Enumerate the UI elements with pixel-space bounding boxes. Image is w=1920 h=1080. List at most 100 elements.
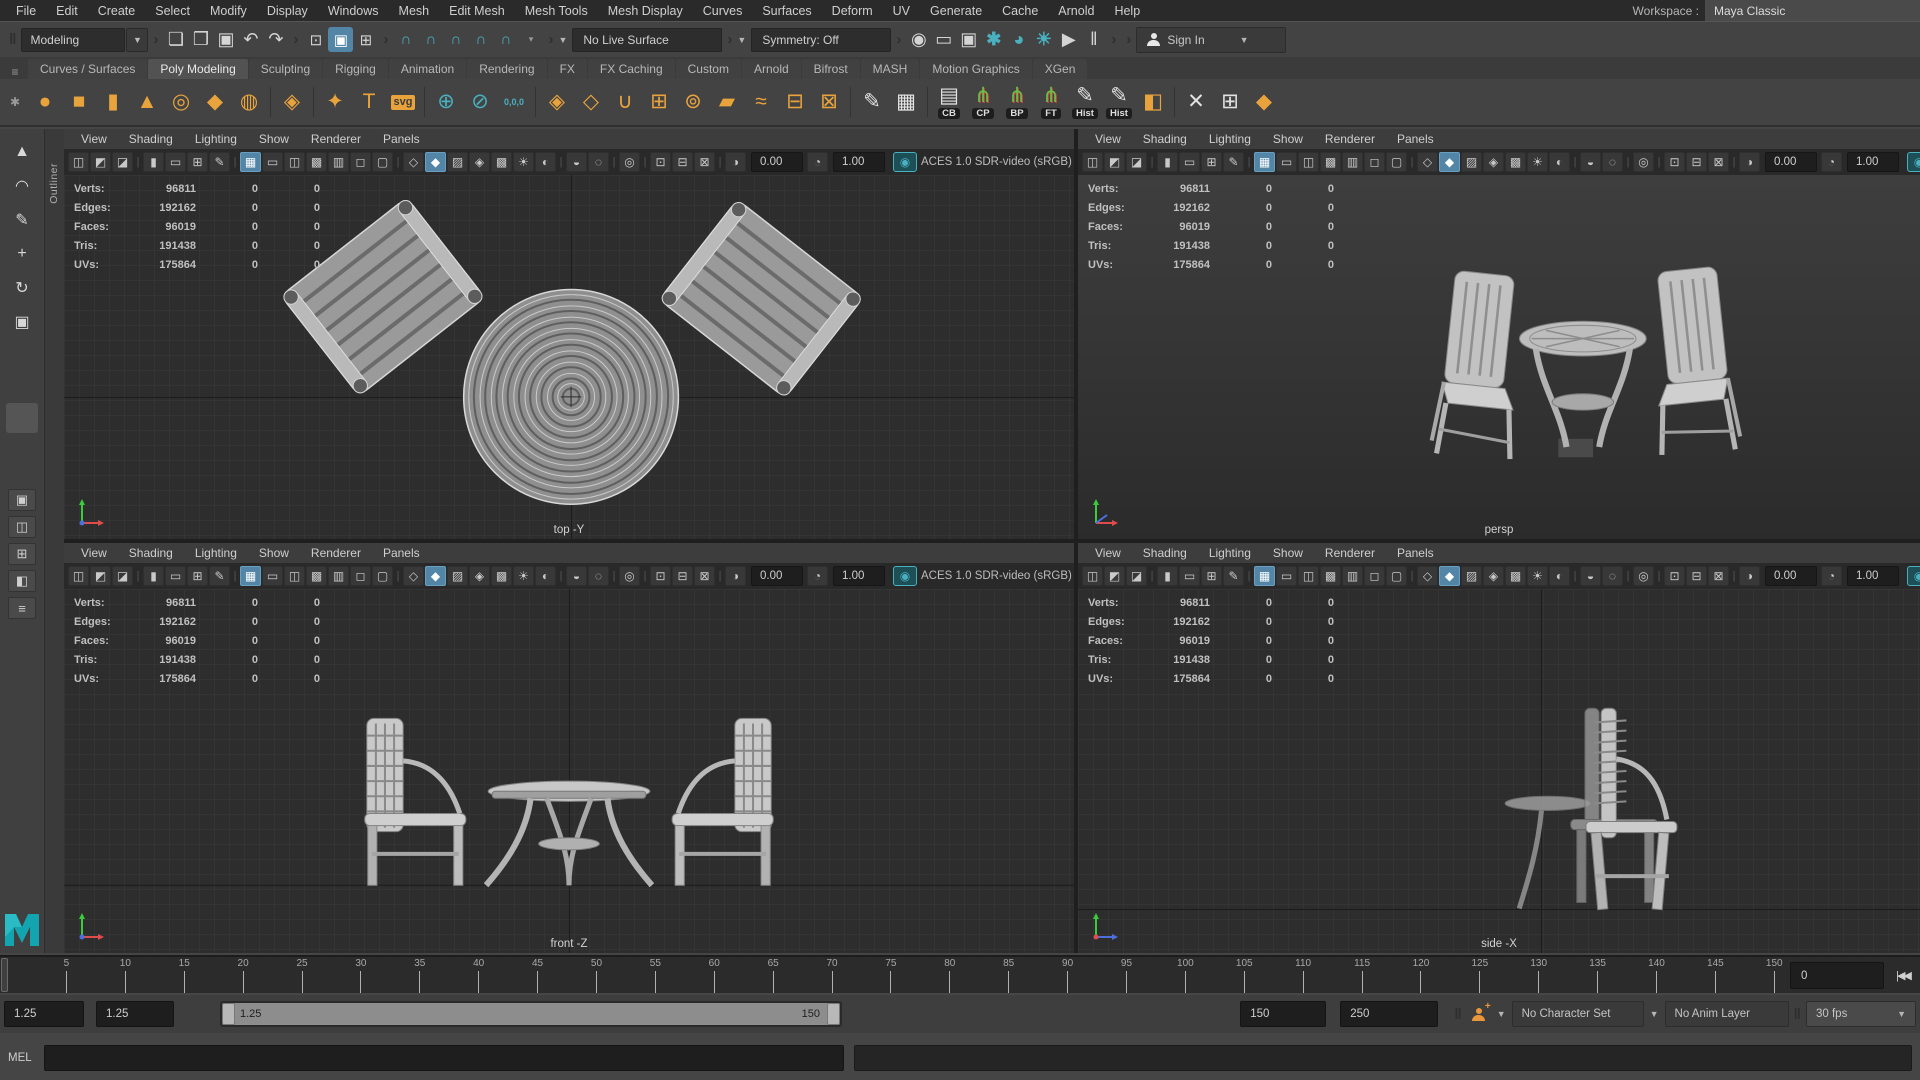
shelf-button[interactable]: ▤ CB <box>932 80 966 124</box>
shelf-button[interactable] <box>1170 80 1179 124</box>
shelf-button[interactable]: ◧ <box>1136 80 1170 124</box>
shelf-button[interactable]: ✕ <box>1179 80 1213 124</box>
save-scene-icon[interactable]: ▣ <box>213 27 238 52</box>
film-gate-icon[interactable]: ▭ <box>262 566 283 586</box>
group-collapse-arrow[interactable]: ‖ <box>1454 1006 1461 1023</box>
light-editor-icon[interactable]: ☀ <box>1031 27 1056 52</box>
color-management-toggle[interactable]: ◉ <box>1907 566 1920 586</box>
undo-icon[interactable]: ↶ <box>238 27 263 52</box>
camera-view-icon[interactable]: ◫ <box>68 152 89 172</box>
multi-pass-icon[interactable]: ⊟ <box>1686 566 1707 586</box>
gamma-icon[interactable]: ◔ <box>807 152 828 172</box>
shelf-button[interactable]: ⊕ <box>429 80 463 124</box>
go-to-start-button[interactable]: |◀◀ <box>1888 962 1918 989</box>
playback-range-slider[interactable]: 1.25 150 <box>220 1001 842 1027</box>
shelf-button[interactable]: ▲ <box>130 80 164 124</box>
camera-attributes-icon[interactable]: ◪ <box>112 152 133 172</box>
character-set-dropdown[interactable]: No Character Set <box>1512 1001 1644 1027</box>
shadows-icon[interactable]: ◐ <box>1549 152 1570 172</box>
shelf-button[interactable]: ▰ <box>710 80 744 124</box>
group-collapse-arrow[interactable]: › <box>153 31 158 48</box>
viewport-menu-item[interactable]: Shading <box>1132 546 1198 560</box>
viewport-canvas-top[interactable]: Verts:9681100Edges:19216200Faces:9601900… <box>64 175 1074 539</box>
camera-attributes-icon[interactable]: ◪ <box>112 566 133 586</box>
anim-layer-arrow[interactable]: ▼ <box>1650 1009 1659 1019</box>
wireframe-on-shaded-icon[interactable]: ◈ <box>1483 566 1504 586</box>
snapshot-icon[interactable]: ⊡ <box>650 152 671 172</box>
group-collapse-arrow[interactable]: ‖ <box>1794 1006 1801 1023</box>
wireframe-on-shaded-icon[interactable]: ◈ <box>469 566 490 586</box>
shadows-icon[interactable]: ◐ <box>1549 566 1570 586</box>
rotate-tool-icon[interactable]: ↻ <box>6 271 38 305</box>
multi-pass-icon[interactable]: ⊟ <box>672 152 693 172</box>
viewport-canvas-side[interactable]: Verts:9681100Edges:19216200Faces:9601900… <box>1078 589 1920 953</box>
menu-item[interactable]: Display <box>257 4 318 18</box>
viewport-menu-item[interactable]: Renderer <box>300 132 372 146</box>
menu-item[interactable]: Edit <box>46 4 88 18</box>
multi-pass-icon[interactable]: ⊟ <box>672 566 693 586</box>
character-set-arrow[interactable]: ▼ <box>1497 1009 1506 1019</box>
bookmark-icon[interactable]: ▮ <box>143 566 164 586</box>
resolution-gate-icon[interactable]: ◫ <box>1298 152 1319 172</box>
shaded-mode-icon[interactable]: ◆ <box>1439 152 1460 172</box>
wireframe-on-shaded-icon[interactable]: ◈ <box>1483 152 1504 172</box>
shaded-mode-icon[interactable]: ◆ <box>1439 566 1460 586</box>
safe-title-icon[interactable]: ▢ <box>1386 152 1407 172</box>
vsep-icon[interactable]: | <box>1655 152 1663 172</box>
checkered-icon[interactable]: ▩ <box>1505 566 1526 586</box>
workspace-selector[interactable]: Maya Classic <box>1705 0 1920 21</box>
shelf-tab[interactable]: FX <box>548 59 587 79</box>
resolution-gate-icon[interactable]: ◫ <box>284 152 305 172</box>
menu-item[interactable]: Modify <box>200 4 257 18</box>
film-gate-icon[interactable]: ▭ <box>1276 566 1297 586</box>
command-language-button[interactable]: MEL <box>8 1052 44 1064</box>
select-tool-icon[interactable]: ▲ <box>6 135 38 169</box>
shelf-button[interactable]: ✎ <box>855 80 889 124</box>
viewport-menu-item[interactable]: Panels <box>1386 546 1445 560</box>
film-gate-icon[interactable]: ▭ <box>1276 152 1297 172</box>
render-settings-icon[interactable]: ✱ <box>981 27 1006 52</box>
select-hierarchy-icon[interactable]: ⊡ <box>303 27 328 52</box>
shelf-tab[interactable]: FX Caching <box>588 59 675 79</box>
shelf-button[interactable]: ⋔ CP <box>966 80 1000 124</box>
wireframe-mode-icon[interactable]: ◇ <box>403 566 424 586</box>
vsep-icon[interactable]: | <box>1408 566 1416 586</box>
shaded-mode-icon[interactable]: ◆ <box>425 566 446 586</box>
resolution-gate-icon[interactable]: ◫ <box>1298 566 1319 586</box>
bookmark-icon[interactable]: ▮ <box>143 152 164 172</box>
snapshot-icon[interactable]: ⊡ <box>650 566 671 586</box>
vsep-icon[interactable]: | <box>231 152 239 172</box>
group-collapse-arrow[interactable]: › <box>383 31 388 48</box>
vsep-icon[interactable]: | <box>1408 152 1416 172</box>
vsep-icon[interactable]: | <box>1571 566 1579 586</box>
exposure-icon[interactable]: ◑ <box>1739 566 1760 586</box>
range-end-handle[interactable] <box>827 1003 840 1025</box>
screen-space-ao-icon[interactable]: ◒ <box>1580 566 1601 586</box>
vsep-icon[interactable]: | <box>1730 152 1738 172</box>
menu-item[interactable]: Surfaces <box>752 4 821 18</box>
color-management-toggle[interactable]: ◉ <box>1907 152 1920 172</box>
viewport-menu-item[interactable]: View <box>70 546 118 560</box>
checkered-icon[interactable]: ▩ <box>491 152 512 172</box>
snap-view-plane-icon[interactable]: ∩ <box>493 27 518 52</box>
shelf-tab[interactable]: Motion Graphics <box>920 59 1031 79</box>
viewport-menu-item[interactable]: Panels <box>1386 132 1445 146</box>
motion-blur-icon[interactable]: ◌ <box>588 152 609 172</box>
shelf-button[interactable]: ≈ <box>744 80 778 124</box>
shelf-button[interactable]: ■ <box>62 80 96 124</box>
vsep-icon[interactable]: | <box>231 566 239 586</box>
region-tool-icon[interactable]: ⊠ <box>694 152 715 172</box>
lasso-tool-icon[interactable]: ◠ <box>6 169 38 203</box>
bookmark-icon[interactable]: ▮ <box>1157 152 1178 172</box>
group-collapse-arrow[interactable]: › <box>896 31 901 48</box>
shelf-button[interactable] <box>923 80 932 124</box>
screen-space-ao-icon[interactable]: ◒ <box>566 152 587 172</box>
symmetry-arrow[interactable]: ▼ <box>737 35 746 45</box>
animation-start-field[interactable]: 1.25 <box>4 1001 84 1027</box>
shelf-button[interactable]: T <box>352 80 386 124</box>
isolate-select-icon[interactable]: ◎ <box>619 152 640 172</box>
vsep-icon[interactable]: | <box>1148 566 1156 586</box>
exposure-icon[interactable]: ◑ <box>725 152 746 172</box>
wireframe-mode-icon[interactable]: ◇ <box>1417 566 1438 586</box>
use-all-lights-icon[interactable]: ☀ <box>1527 566 1548 586</box>
